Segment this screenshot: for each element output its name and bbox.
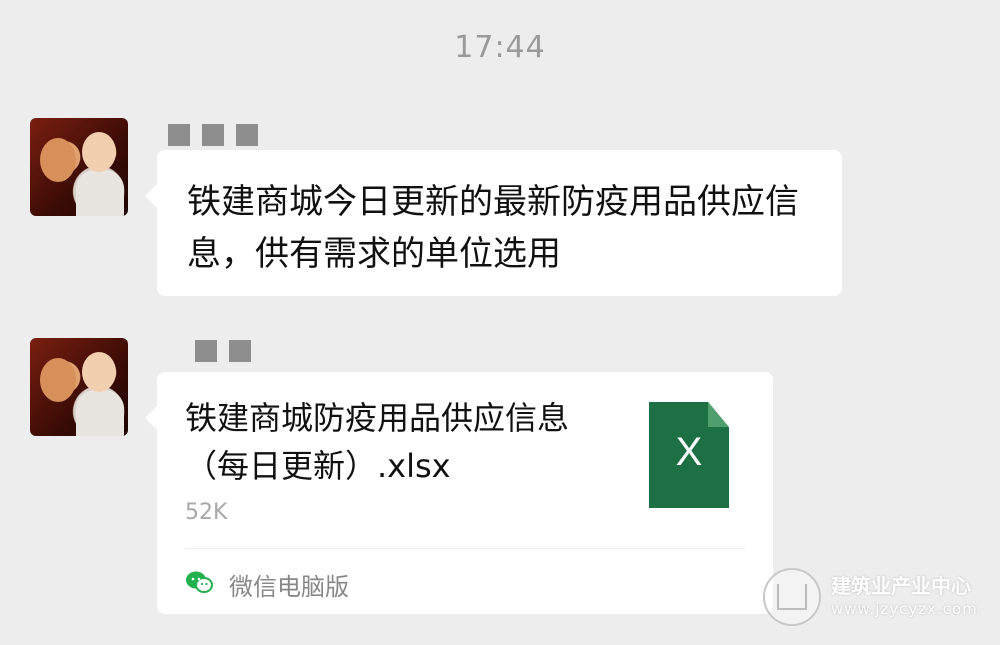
file-size: 52K [185, 500, 228, 525]
source-label: 微信电脑版 [229, 573, 349, 601]
sender-avatar[interactable] [30, 118, 128, 216]
sender-name-redacted [195, 340, 251, 362]
wechat-icon [186, 571, 213, 593]
sender-name-redacted [168, 124, 258, 146]
message-text: 铁建商城今日更新的最新防疫用品供应信息，供有需求的单位选用 [187, 182, 799, 274]
card-divider [185, 548, 745, 549]
message-timestamp: 17:44 [454, 30, 546, 65]
file-name: 铁建商城防疫用品供应信息（每日更新）.xlsx [185, 399, 570, 485]
text-message-bubble[interactable]: 铁建商城今日更新的最新防疫用品供应信息，供有需求的单位选用 [145, 150, 842, 296]
file-message-card[interactable]: 铁建商城防疫用品供应信息（每日更新）.xlsx 52K X 微信电脑版 [145, 372, 773, 614]
excel-file-icon-label: X [675, 430, 703, 474]
watermark-title: 建筑业产业中心 [831, 574, 971, 598]
watermark-url: www.jzycyzx.com [831, 600, 978, 618]
sender-avatar[interactable] [30, 338, 128, 436]
watermark: 建筑业产业中心 www.jzycyzx.com [763, 568, 983, 628]
watermark-seal-icon [763, 568, 821, 626]
